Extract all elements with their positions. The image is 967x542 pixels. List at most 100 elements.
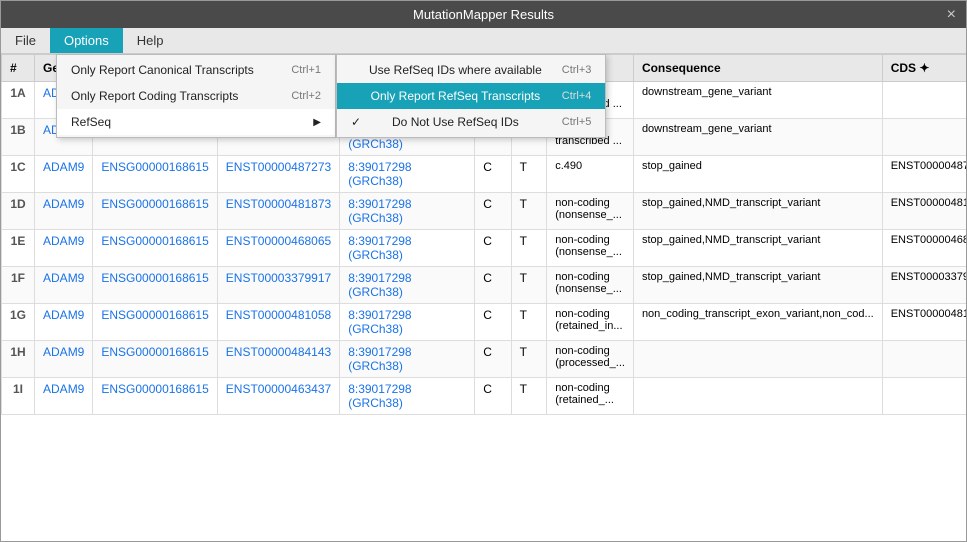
consequence-cell	[633, 341, 882, 378]
transcript-cell[interactable]: ENST00000487273	[217, 156, 339, 193]
gene-cell[interactable]: ADAM9	[35, 304, 93, 341]
cds-cell: non-coding (nonsense_...	[547, 267, 634, 304]
var-cell: T	[511, 193, 547, 230]
table-row: 1IADAM9ENSG00000168615ENST000004634378:3…	[2, 378, 967, 415]
ref-cell: C	[475, 193, 511, 230]
row-id-cell: 1B	[2, 119, 35, 156]
title-bar: MutationMapper Results ×	[1, 1, 966, 28]
ref-cell: C	[475, 156, 511, 193]
table-row: 1FADAM9ENSG00000168615ENST000033799178:3…	[2, 267, 967, 304]
consequence-cell: non_coding_transcript_exon_variant,non_c…	[633, 304, 882, 341]
content-area: Only Report Canonical Transcripts Ctrl+1…	[1, 54, 966, 541]
transcript-cell[interactable]: ENST00000481058	[217, 304, 339, 341]
options-dropdown: Only Report Canonical Transcripts Ctrl+1…	[56, 54, 336, 138]
row-id-cell: 1A	[2, 82, 35, 119]
var-cell: T	[511, 156, 547, 193]
gene-cell[interactable]: ADAM9	[35, 341, 93, 378]
cds-cell: non-coding (nonsense_...	[547, 193, 634, 230]
dropdown-item-coding[interactable]: Only Report Coding Transcripts Ctrl+2	[57, 83, 335, 109]
menu-file[interactable]: File	[1, 28, 50, 53]
genomic-cell: 8:39017298 (GRCh38)	[340, 304, 475, 341]
gene-cell[interactable]: ADAM9	[35, 156, 93, 193]
table-row: 1HADAM9ENSG00000168615ENST000004841438:3…	[2, 341, 967, 378]
row-id-cell: 1H	[2, 341, 35, 378]
dropdown-overlay: Only Report Canonical Transcripts Ctrl+1…	[56, 54, 606, 138]
cds2-cell	[882, 341, 966, 378]
ensg-cell[interactable]: ENSG00000168615	[93, 267, 217, 304]
col-header-consequence: Consequence	[633, 55, 882, 82]
table-row: 1CADAM9ENSG00000168615ENST000004872738:3…	[2, 156, 967, 193]
transcript-cell[interactable]: ENST00000468065	[217, 230, 339, 267]
ref-cell: C	[475, 304, 511, 341]
genomic-cell: 8:39017298 (GRCh38)	[340, 193, 475, 230]
consequence-cell	[633, 378, 882, 415]
submenu-item-use-refseq[interactable]: Use RefSeq IDs where available Ctrl+3	[337, 57, 605, 83]
genomic-cell: 8:39017298 (GRCh38)	[340, 230, 475, 267]
gene-cell[interactable]: ADAM9	[35, 267, 93, 304]
var-cell: T	[511, 378, 547, 415]
gene-cell[interactable]: ADAM9	[35, 230, 93, 267]
ref-cell: C	[475, 230, 511, 267]
transcript-cell[interactable]: ENST00003379917	[217, 267, 339, 304]
cds2-cell	[882, 119, 966, 156]
row-id-cell: 1D	[2, 193, 35, 230]
ref-cell: C	[475, 378, 511, 415]
transcript-cell[interactable]: ENST00000463437	[217, 378, 339, 415]
cds2-cell: ENST00003379917	[882, 267, 966, 304]
table-row: 1EADAM9ENSG00000168615ENST000004680658:3…	[2, 230, 967, 267]
cds2-cell	[882, 378, 966, 415]
submenu-arrow-icon: ▶	[313, 117, 321, 128]
cds2-cell: ENST00000481058	[882, 304, 966, 341]
refseq-submenu: Use RefSeq IDs where available Ctrl+3 On…	[336, 54, 606, 138]
var-cell: T	[511, 341, 547, 378]
submenu-item-no-refseq[interactable]: ✓ Do Not Use RefSeq IDs Ctrl+5	[337, 109, 605, 135]
gene-cell[interactable]: ADAM9	[35, 378, 93, 415]
window-title: MutationMapper Results	[413, 7, 554, 22]
cds-cell: non-coding (retained_in...	[547, 304, 634, 341]
menu-options[interactable]: Options	[50, 28, 123, 53]
table-row: 1DADAM9ENSG00000168615ENST000004818738:3…	[2, 193, 967, 230]
transcript-cell[interactable]: ENST00000484143	[217, 341, 339, 378]
col-header-hash: #	[2, 55, 35, 82]
ensg-cell[interactable]: ENSG00000168615	[93, 304, 217, 341]
genomic-cell: 8:39017298 (GRCh38)	[340, 156, 475, 193]
close-button[interactable]: ×	[947, 6, 956, 24]
consequence-cell: stop_gained,NMD_transcript_variant	[633, 193, 882, 230]
dropdown-item-refseq[interactable]: RefSeq ▶	[57, 109, 335, 135]
row-id-cell: 1C	[2, 156, 35, 193]
main-window: MutationMapper Results × File Options He…	[0, 0, 967, 542]
table-row: 1GADAM9ENSG00000168615ENST000004810588:3…	[2, 304, 967, 341]
genomic-cell: 8:39017298 (GRCh38)	[340, 341, 475, 378]
cds2-cell	[882, 82, 966, 119]
ensg-cell[interactable]: ENSG00000168615	[93, 378, 217, 415]
menu-bar: File Options Help	[1, 28, 966, 54]
consequence-cell: downstream_gene_variant	[633, 119, 882, 156]
consequence-cell: stop_gained	[633, 156, 882, 193]
row-id-cell: 1F	[2, 267, 35, 304]
ensg-cell[interactable]: ENSG00000168615	[93, 156, 217, 193]
gene-cell[interactable]: ADAM9	[35, 193, 93, 230]
ensg-cell[interactable]: ENSG00000168615	[93, 230, 217, 267]
ref-cell: C	[475, 267, 511, 304]
col-header-cds2: CDS ✦	[882, 55, 966, 82]
cds2-cell: ENST00000487273	[882, 156, 966, 193]
consequence-cell: stop_gained,NMD_transcript_variant	[633, 267, 882, 304]
cds-cell: non-coding (processed_...	[547, 341, 634, 378]
var-cell: T	[511, 304, 547, 341]
transcript-cell[interactable]: ENST00000481873	[217, 193, 339, 230]
cds-cell: non-coding (nonsense_...	[547, 230, 634, 267]
ensg-cell[interactable]: ENSG00000168615	[93, 341, 217, 378]
menu-help[interactable]: Help	[123, 28, 178, 53]
genomic-cell: 8:39017298 (GRCh38)	[340, 267, 475, 304]
cds-cell: c.490	[547, 156, 634, 193]
cds-cell: non-coding (retained_...	[547, 378, 634, 415]
dropdown-item-canonical[interactable]: Only Report Canonical Transcripts Ctrl+1	[57, 57, 335, 83]
ensg-cell[interactable]: ENSG00000168615	[93, 193, 217, 230]
genomic-cell: 8:39017298 (GRCh38)	[340, 378, 475, 415]
consequence-cell: stop_gained,NMD_transcript_variant	[633, 230, 882, 267]
ref-cell: C	[475, 341, 511, 378]
submenu-item-only-refseq[interactable]: Only Report RefSeq Transcripts Ctrl+4	[337, 83, 605, 109]
row-id-cell: 1G	[2, 304, 35, 341]
cds2-cell: ENST00000481873	[882, 193, 966, 230]
cds2-cell: ENST00000468065	[882, 230, 966, 267]
